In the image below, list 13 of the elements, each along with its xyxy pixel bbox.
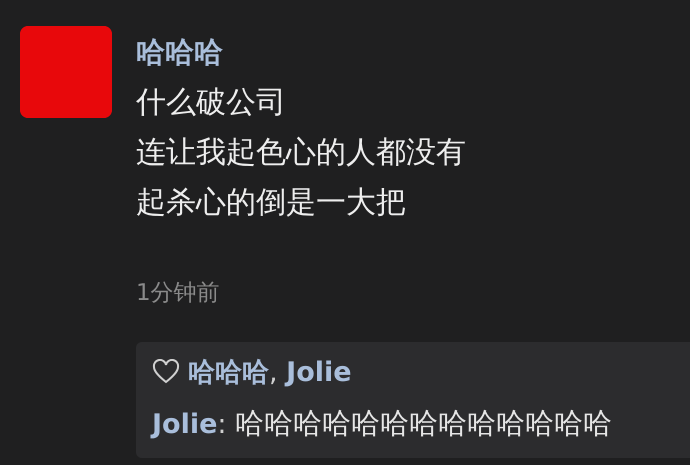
post-text: 什么破公司: [136, 84, 287, 122]
post-text: 连让我起色心的人都没有: [136, 134, 467, 172]
heart-icon: [152, 359, 180, 385]
comment-text: 哈哈哈哈哈哈哈哈哈哈哈哈哈: [235, 405, 612, 442]
separator: :: [217, 409, 228, 440]
avatar-icon: [20, 26, 112, 118]
author-name[interactable]: 哈哈哈: [136, 34, 690, 70]
post-time: 1分钟前: [136, 279, 221, 308]
liker-name[interactable]: 哈哈哈: [188, 357, 269, 388]
commenter-name[interactable]: Jolie: [152, 409, 218, 440]
separator: ,: [269, 357, 279, 388]
liker-name[interactable]: Jolie: [286, 357, 352, 388]
post-text: 起杀心的倒是一大把: [136, 184, 407, 222]
